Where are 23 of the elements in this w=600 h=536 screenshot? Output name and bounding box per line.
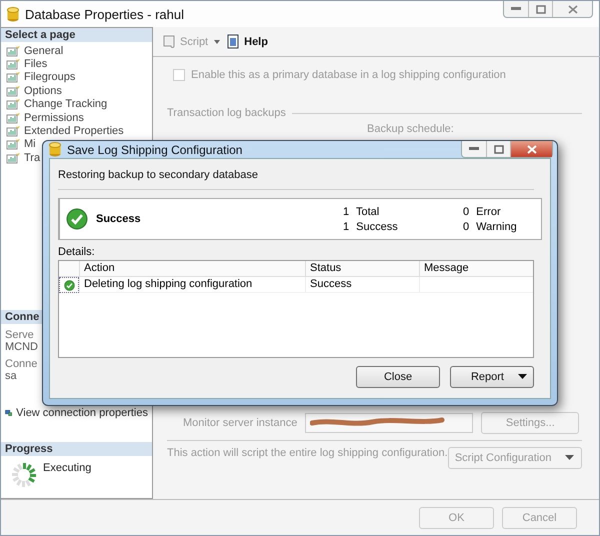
progress-header: Progress (1, 442, 152, 456)
note-text: This action will script the entire log shipping configuration. (167, 447, 448, 459)
backup-schedule-label: Backup schedule: (367, 123, 454, 135)
table-cell: Success (305, 277, 419, 293)
server-name: MCND (4, 341, 39, 353)
summary-status: Success (96, 213, 142, 225)
window-title: Database Properties - rahul (25, 6, 184, 22)
connection-label: Conne (4, 358, 38, 370)
user-name: sa (4, 370, 18, 382)
progress-status: Executing (43, 462, 92, 476)
count-text: 1 Success (343, 220, 399, 232)
primary-checkbox-label: Enable this as a primary database in a log shipping configuration (191, 69, 506, 81)
count-text: 1 Total (343, 206, 380, 218)
count-text: 0 Warning (463, 220, 518, 232)
dialog-title: Save Log Shipping Configuration (67, 142, 242, 156)
dialog-message: Restoring backup to secondary database (58, 169, 534, 190)
group-label: Transaction log backups (167, 107, 286, 119)
server-label: Serve (4, 329, 35, 341)
select-page-header: Select a page (1, 28, 152, 42)
count-text: 0 Error (463, 206, 502, 218)
table-cell: Deleting log shipping configuration (79, 277, 305, 293)
details-label: Details: (58, 246, 96, 258)
monitor-instance-label: Monitor server instance (183, 417, 298, 429)
